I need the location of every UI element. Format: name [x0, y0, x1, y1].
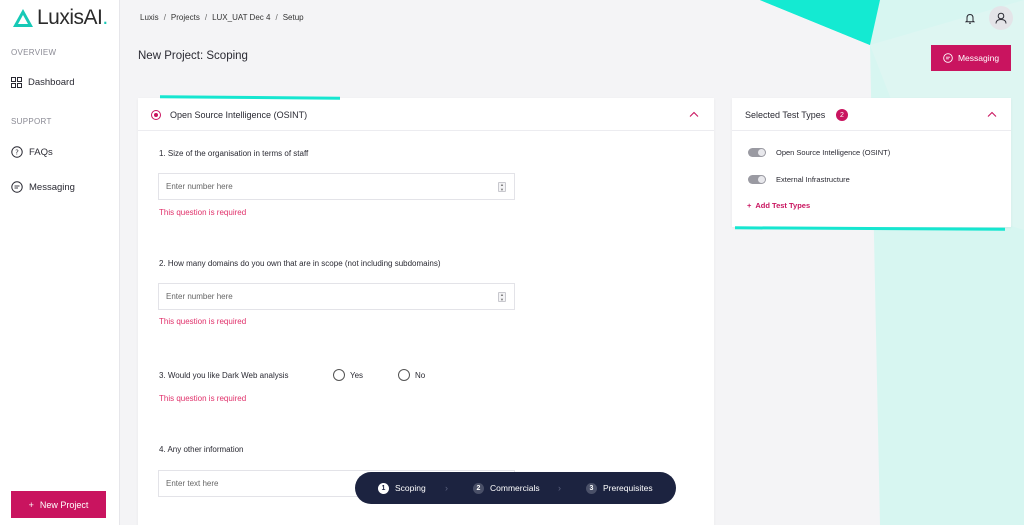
number-spinner[interactable]: ▲ ▼ [498, 292, 506, 302]
step-scoping[interactable]: 1 Scoping [378, 482, 426, 494]
step-number: 3 [586, 482, 597, 494]
breadcrumb-item-project[interactable]: LUX_UAT Dec 4 [212, 13, 270, 22]
sidebar: LuxisAI. OVERVIEW Dashboard SUPPORT ? FA… [0, 0, 120, 525]
logo[interactable]: LuxisAI. [12, 6, 108, 30]
page-title: New Project: Scoping [138, 50, 248, 62]
breadcrumb-separator: / [163, 13, 166, 22]
sidebar-item-label: Dashboard [28, 77, 75, 88]
panel-header[interactable]: Selected Test Types 2 [732, 98, 1011, 131]
question-3-error: This question is required [159, 394, 247, 403]
step-label: Scoping [395, 483, 426, 493]
card-header[interactable]: Open Source Intelligence (OSINT) [138, 98, 714, 131]
add-test-types-link[interactable]: + Add Test Types [747, 201, 810, 210]
staff-size-input[interactable] [158, 173, 515, 200]
question-1-error: This question is required [159, 208, 247, 217]
step-label: Prerequisites [603, 483, 653, 493]
step-label: Commercials [490, 483, 540, 493]
radio-circle [398, 369, 410, 381]
chevron-up-icon[interactable] [689, 111, 699, 117]
breadcrumb-item-projects[interactable]: Projects [171, 13, 200, 22]
question-2-label: 2. How many domains do you own that are … [159, 259, 441, 268]
sidebar-item-messaging[interactable]: Messaging [11, 181, 75, 193]
test-type-label: External Infrastructure [776, 175, 850, 184]
section-selected-radio [151, 110, 161, 120]
plus-icon: + [747, 201, 752, 210]
dark-web-yes-radio[interactable]: Yes [333, 369, 363, 381]
sidebar-item-dashboard[interactable]: Dashboard [11, 77, 74, 88]
breadcrumb-separator: / [204, 13, 208, 22]
test-type-toggle[interactable] [748, 148, 766, 157]
user-icon [995, 12, 1007, 24]
question-circle-icon: ? [11, 146, 23, 158]
question-1-label: 1. Size of the organisation in terms of … [159, 149, 309, 158]
card-title: Open Source Intelligence (OSINT) [170, 110, 308, 120]
sidebar-item-faqs[interactable]: ? FAQs [11, 146, 53, 158]
radio-circle [333, 369, 345, 381]
messaging-button-label: Messaging [957, 53, 1000, 63]
add-test-types-label: Add Test Types [755, 201, 811, 210]
breadcrumb-separator: / [275, 13, 278, 22]
chevron-right-icon: › [558, 483, 561, 493]
sidebar-item-label: Messaging [29, 181, 75, 193]
count-badge: 2 [836, 109, 848, 121]
radio-label: Yes [350, 370, 364, 380]
number-spinner[interactable]: ▲ ▼ [498, 182, 506, 192]
test-type-row: Open Source Intelligence (OSINT) [748, 148, 890, 157]
sidebar-item-label: FAQs [29, 146, 53, 158]
question-4-label: 4. Any other information [159, 445, 244, 454]
step-number: 1 [378, 482, 389, 494]
step-prerequisites[interactable]: 3 Prerequisites [586, 482, 653, 494]
svg-text:?: ? [15, 149, 19, 157]
test-type-toggle[interactable] [748, 175, 766, 184]
luxis-logo-icon [13, 9, 33, 27]
chevron-right-icon: › [445, 483, 448, 493]
osint-question-card: Open Source Intelligence (OSINT) 1. Size… [138, 98, 714, 525]
dark-web-no-radio[interactable]: No [398, 369, 425, 381]
test-type-label: Open Source Intelligence (OSINT) [776, 148, 891, 157]
notifications-bell-icon[interactable] [964, 11, 976, 29]
question-3-label: 3. Would you like Dark Web analysis [159, 371, 289, 380]
domains-count-input[interactable] [158, 283, 515, 310]
grid-icon [11, 77, 22, 88]
progress-stepper: 1 Scoping › 2 Commercials › 3 Prerequisi… [355, 472, 676, 504]
breadcrumb: Luxis / Projects / LUX_UAT Dec 4 / Setup [140, 13, 304, 22]
chevron-up-icon[interactable] [987, 111, 997, 117]
step-number: 2 [473, 482, 484, 494]
section-overview-label: OVERVIEW [11, 48, 57, 57]
messaging-button[interactable]: Messaging [931, 45, 1011, 71]
user-avatar[interactable] [989, 6, 1013, 30]
logo-text: LuxisAI. [37, 6, 108, 29]
test-type-row: External Infrastructure [748, 175, 850, 184]
breadcrumb-item-setup: Setup [282, 13, 304, 22]
radio-label: No [415, 370, 426, 380]
panel-title: Selected Test Types [745, 110, 826, 120]
step-commercials[interactable]: 2 Commercials [473, 482, 540, 494]
chat-bubble-icon [943, 53, 953, 63]
plus-icon: + [28, 499, 34, 510]
question-2-error: This question is required [159, 317, 247, 326]
selected-test-types-panel: Selected Test Types 2 Open Source Intell… [732, 98, 1011, 227]
chat-bubble-icon [11, 181, 23, 193]
breadcrumb-item-luxis[interactable]: Luxis [140, 13, 159, 22]
panel-accent-line [735, 226, 1005, 231]
new-project-button[interactable]: + New Project [11, 491, 106, 518]
section-support-label: SUPPORT [11, 117, 52, 126]
new-project-label: New Project [39, 499, 89, 510]
